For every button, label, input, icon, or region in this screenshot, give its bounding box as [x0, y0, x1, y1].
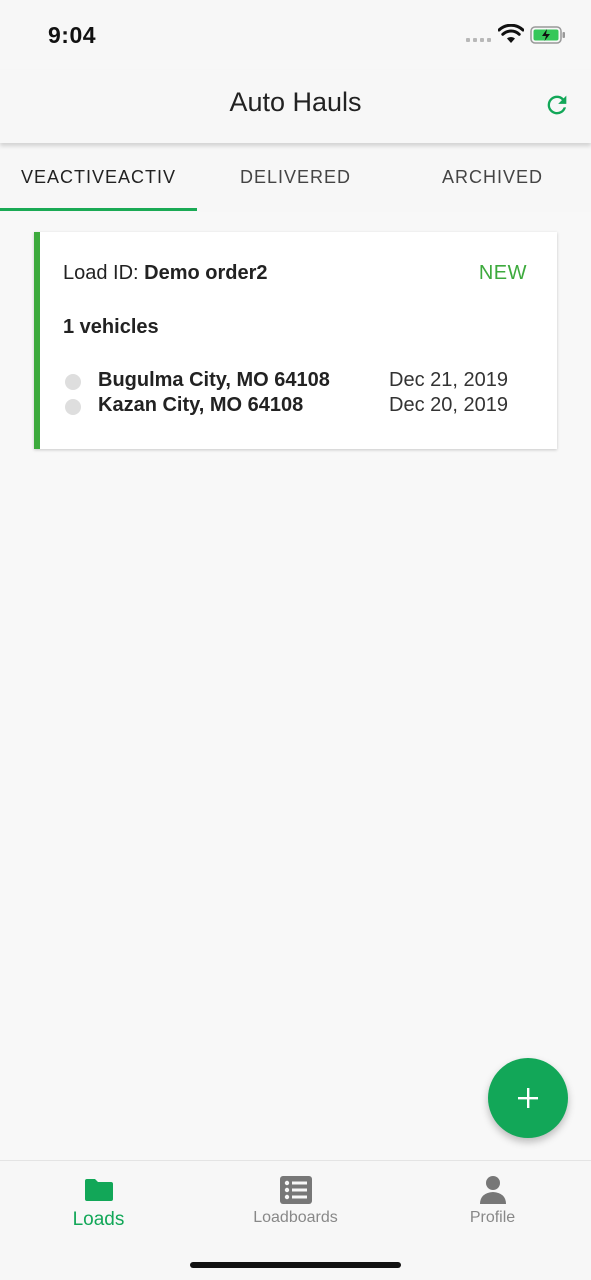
battery-icon	[530, 26, 565, 44]
vehicle-count: 1 vehicles	[63, 316, 159, 338]
load-id: Load ID: Demo order2	[63, 262, 268, 285]
nav-label-profile: Profile	[469, 1209, 516, 1226]
nav-item-loads[interactable]: Loads	[0, 1175, 197, 1231]
load-card[interactable]: Load ID: Demo order2 NEW 1 vehicles Bugu…	[34, 232, 557, 449]
app-bar: Auto Hauls	[0, 70, 591, 143]
plus-icon	[518, 1088, 538, 1108]
stop-dot-icon	[65, 374, 81, 390]
stop-date: Dec 20, 2019	[389, 394, 508, 416]
load-id-value: Demo order2	[144, 262, 268, 284]
page-title: Auto Hauls	[229, 87, 362, 117]
nav-label-loads: Loads	[72, 1209, 125, 1230]
stop-delivery: Kazan City, MO 64108 Dec 20, 2019	[65, 394, 535, 420]
stop-city: Kazan City, MO 64108	[98, 394, 304, 416]
tab-bar: VEACTIVEACTIV DELIVERED ARCHIVED	[0, 143, 591, 212]
list-icon	[279, 1176, 312, 1204]
nav-item-loadboards[interactable]: Loadboards	[197, 1175, 394, 1227]
status-badge: NEW	[478, 262, 527, 284]
cellular-signal-icon	[466, 38, 491, 42]
folder-icon	[84, 1179, 113, 1201]
add-load-button[interactable]	[488, 1058, 568, 1138]
active-tab-indicator	[0, 208, 197, 211]
stop-dot-icon	[65, 399, 81, 415]
home-indicator	[190, 1262, 401, 1268]
stop-date: Dec 21, 2019	[389, 369, 508, 391]
tab-delivered[interactable]: DELIVERED	[197, 143, 394, 212]
refresh-icon	[547, 95, 567, 115]
tab-archived[interactable]: ARCHIVED	[394, 143, 591, 212]
stop-city: Bugulma City, MO 64108	[98, 369, 330, 391]
stop-pickup: Bugulma City, MO 64108 Dec 21, 2019	[65, 369, 535, 395]
person-icon	[479, 1176, 506, 1204]
load-id-label: Load ID:	[63, 262, 139, 284]
status-time: 9:04	[48, 22, 97, 48]
status-bar: 9:04	[0, 0, 591, 70]
nav-label-loadboards: Loadboards	[253, 1209, 338, 1226]
tab-active[interactable]: VEACTIVEACTIV	[0, 143, 197, 212]
refresh-button[interactable]	[540, 88, 574, 122]
nav-item-profile[interactable]: Profile	[394, 1175, 591, 1227]
wifi-icon	[498, 24, 524, 43]
